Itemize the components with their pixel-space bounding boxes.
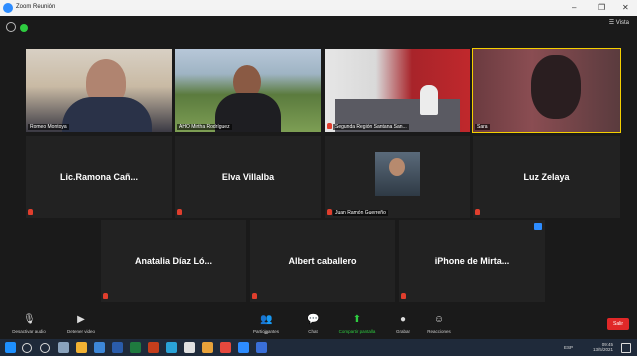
participant-name: Elva Villalba — [221, 172, 275, 182]
participant-tile[interactable]: Juan Ramón Guerreño — [325, 136, 470, 218]
search-icon[interactable] — [22, 343, 32, 353]
participant-tile[interactable]: iPhone de Mirta... — [399, 220, 545, 302]
window-title: Zoom Reunión — [16, 4, 56, 10]
share-screen-button[interactable]: ⬆ Compartir pantalla — [336, 314, 378, 334]
participants-icon: 👥11 — [260, 314, 273, 335]
share-screen-icon: ⬆ — [352, 314, 362, 325]
participant-tile[interactable]: Albert caballero — [250, 220, 395, 302]
mute-button[interactable]: 🎙 Desactivar audio — [8, 314, 50, 334]
stop-video-button[interactable]: ▶ Detener video — [60, 314, 102, 334]
mic-muted-icon — [401, 293, 406, 299]
record-icon: ● — [399, 314, 407, 325]
participant-tile[interactable]: Elva Villalba — [175, 136, 321, 218]
participants-label: Participantes — [252, 329, 279, 334]
clock-date: 13/5/2021 — [592, 347, 613, 352]
mic-muted-icon — [28, 209, 33, 215]
close-button[interactable]: ✕ — [622, 3, 629, 12]
video-camera-icon: ▶ — [77, 314, 85, 325]
participant-name: Anatalia Díaz Ló... — [134, 256, 212, 266]
mute-label: Desactivar audio — [12, 329, 46, 334]
participant-tile[interactable]: Luz Zelaya — [473, 136, 620, 218]
options-menu-icon[interactable] — [534, 223, 542, 230]
reactions-button[interactable]: ☺ Reacciones — [418, 314, 460, 334]
participant-name: Albert caballero — [288, 256, 357, 266]
minimize-button[interactable]: – — [572, 3, 576, 12]
leave-meeting-button[interactable]: Salir — [606, 318, 629, 330]
mic-muted-icon — [177, 209, 182, 215]
participant-tile[interactable]: Lic.Ramona Cañ... — [26, 136, 172, 218]
participant-name-label: Segunda Región Santana San... — [333, 124, 409, 130]
video-tile[interactable]: Romeo Montoya — [26, 49, 172, 132]
mic-muted-icon — [327, 123, 332, 129]
participant-name-label: Sara — [475, 124, 490, 130]
chrome-browser-icon[interactable] — [220, 342, 231, 353]
chat-label: Chat — [308, 329, 318, 334]
participants-button[interactable]: 👥11 Participantes — [245, 314, 287, 335]
video-tile-active-speaker[interactable]: Sara — [472, 48, 621, 133]
excel-app-icon[interactable] — [130, 342, 141, 353]
top-icons — [6, 19, 28, 37]
mic-muted-icon — [103, 293, 108, 299]
zoom-app-icon[interactable] — [238, 342, 249, 353]
reactions-smiley-icon: ☺ — [433, 314, 445, 325]
participant-name: Lic.Ramona Cañ... — [59, 172, 139, 182]
person-silhouette-icon — [531, 55, 581, 119]
edge-browser-icon[interactable] — [166, 342, 177, 353]
info-icon[interactable] — [6, 22, 16, 32]
stop-video-label: Detener video — [66, 329, 96, 334]
cortana-icon[interactable] — [40, 343, 50, 353]
task-view-icon[interactable] — [58, 342, 69, 353]
share-screen-label: Compartir pantalla — [338, 329, 376, 334]
participant-tile[interactable]: Anatalia Díaz Ló... — [101, 220, 246, 302]
maximize-button[interactable]: ❐ — [598, 3, 605, 12]
meeting-toolbar: 🎙 Desactivar audio ▶ Detener video 👥11 P… — [0, 312, 637, 339]
microphone-icon: 🎙 — [23, 314, 36, 325]
title-bar: Zoom Reunión – ❐ ✕ — [0, 0, 637, 16]
windows-taskbar: ESP 09:45 13/5/2021 — [0, 339, 637, 356]
windows-start-icon[interactable] — [5, 342, 16, 353]
meeting-area: ☰ Vista Romeo Montoya AHO Mirtha Rodrígu… — [0, 16, 637, 312]
participant-name-label: Juan Ramón Guerreño — [333, 210, 388, 216]
app-icon[interactable] — [256, 342, 267, 353]
security-shield-icon[interactable] — [20, 24, 28, 32]
mail-app-icon[interactable] — [94, 342, 105, 353]
video-tile[interactable]: Segunda Región Santana San... — [325, 49, 470, 132]
mic-muted-icon — [475, 209, 480, 215]
mic-muted-icon — [252, 293, 257, 299]
mic-muted-icon — [327, 209, 332, 215]
app-icon[interactable] — [184, 342, 195, 353]
reactions-label: Reacciones — [427, 329, 451, 334]
record-label: Grabar — [395, 329, 410, 334]
participant-name: iPhone de Mirta... — [434, 256, 510, 266]
person-silhouette-icon — [389, 158, 405, 176]
video-tile[interactable]: AHO Mirtha Rodríguez — [175, 49, 321, 132]
person-body — [62, 97, 152, 132]
chat-bubble-icon: 💬 — [307, 314, 320, 325]
keyboard-language[interactable]: ESP — [564, 345, 573, 350]
powerpoint-app-icon[interactable] — [148, 342, 159, 353]
notifications-icon[interactable] — [621, 343, 631, 353]
word-app-icon[interactable] — [112, 342, 123, 353]
zoom-logo-icon — [3, 3, 13, 13]
app-icon[interactable] — [202, 342, 213, 353]
view-button[interactable]: ☰ Vista — [609, 19, 629, 26]
participant-name-label: Romeo Montoya — [28, 124, 69, 130]
chat-button[interactable]: 💬 Chat — [292, 314, 334, 334]
participant-name-label: AHO Mirtha Rodríguez — [177, 124, 232, 130]
file-explorer-icon[interactable] — [76, 342, 87, 353]
participant-name: Luz Zelaya — [523, 172, 570, 182]
clock[interactable]: 09:45 13/5/2021 — [593, 342, 613, 352]
person-silhouette-icon — [420, 85, 438, 115]
